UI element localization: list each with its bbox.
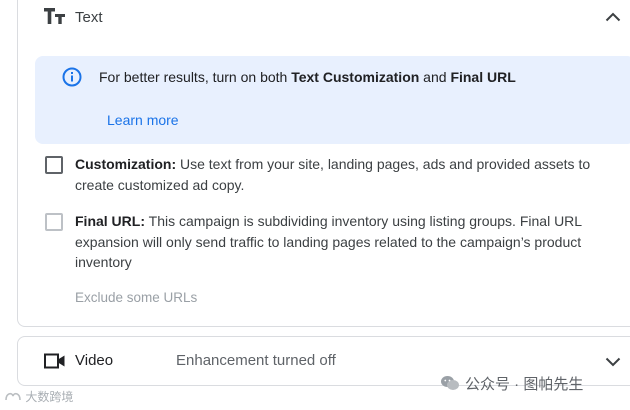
wechat-icon (441, 376, 459, 390)
info-banner: For better results, turn on both Text Cu… (35, 56, 630, 144)
info-icon (62, 67, 82, 87)
text-panel-title: Text (75, 9, 103, 26)
chevron-up-icon[interactable] (605, 12, 621, 22)
video-camera-icon (44, 353, 65, 369)
page: Text For better results, turn on both Te… (0, 0, 630, 410)
customization-checkbox[interactable] (45, 156, 63, 174)
customization-description: Customization: Use text from your site, … (75, 156, 591, 193)
info-message: For better results, turn on both Text Cu… (99, 69, 516, 85)
watermark-logo-icon (5, 392, 21, 401)
watermark-left: 大数跨境 (4, 390, 73, 404)
watermark-right: 公众号 · 图帕先生 (440, 375, 583, 394)
video-status: Enhancement turned off (176, 352, 336, 369)
customization-label: Customization: (75, 156, 177, 172)
chevron-down-icon[interactable] (605, 357, 621, 367)
text-enhancement-panel: Text For better results, turn on both Te… (17, 0, 630, 327)
learn-more-link[interactable]: Learn more (107, 111, 179, 129)
info-bold-text-customization: Text Customization (291, 69, 420, 85)
info-bold-final-url: Final URL (450, 69, 516, 85)
final-url-checkbox[interactable] (45, 213, 63, 231)
video-panel-title: Video (75, 352, 114, 369)
exclude-urls-link[interactable]: Exclude some URLs (75, 290, 197, 306)
final-url-description: Final URL: This campaign is subdividing … (75, 213, 582, 270)
final-url-label: Final URL: (75, 213, 145, 229)
text-format-icon (44, 8, 65, 24)
text-panel-header[interactable]: Text (18, 0, 630, 40)
